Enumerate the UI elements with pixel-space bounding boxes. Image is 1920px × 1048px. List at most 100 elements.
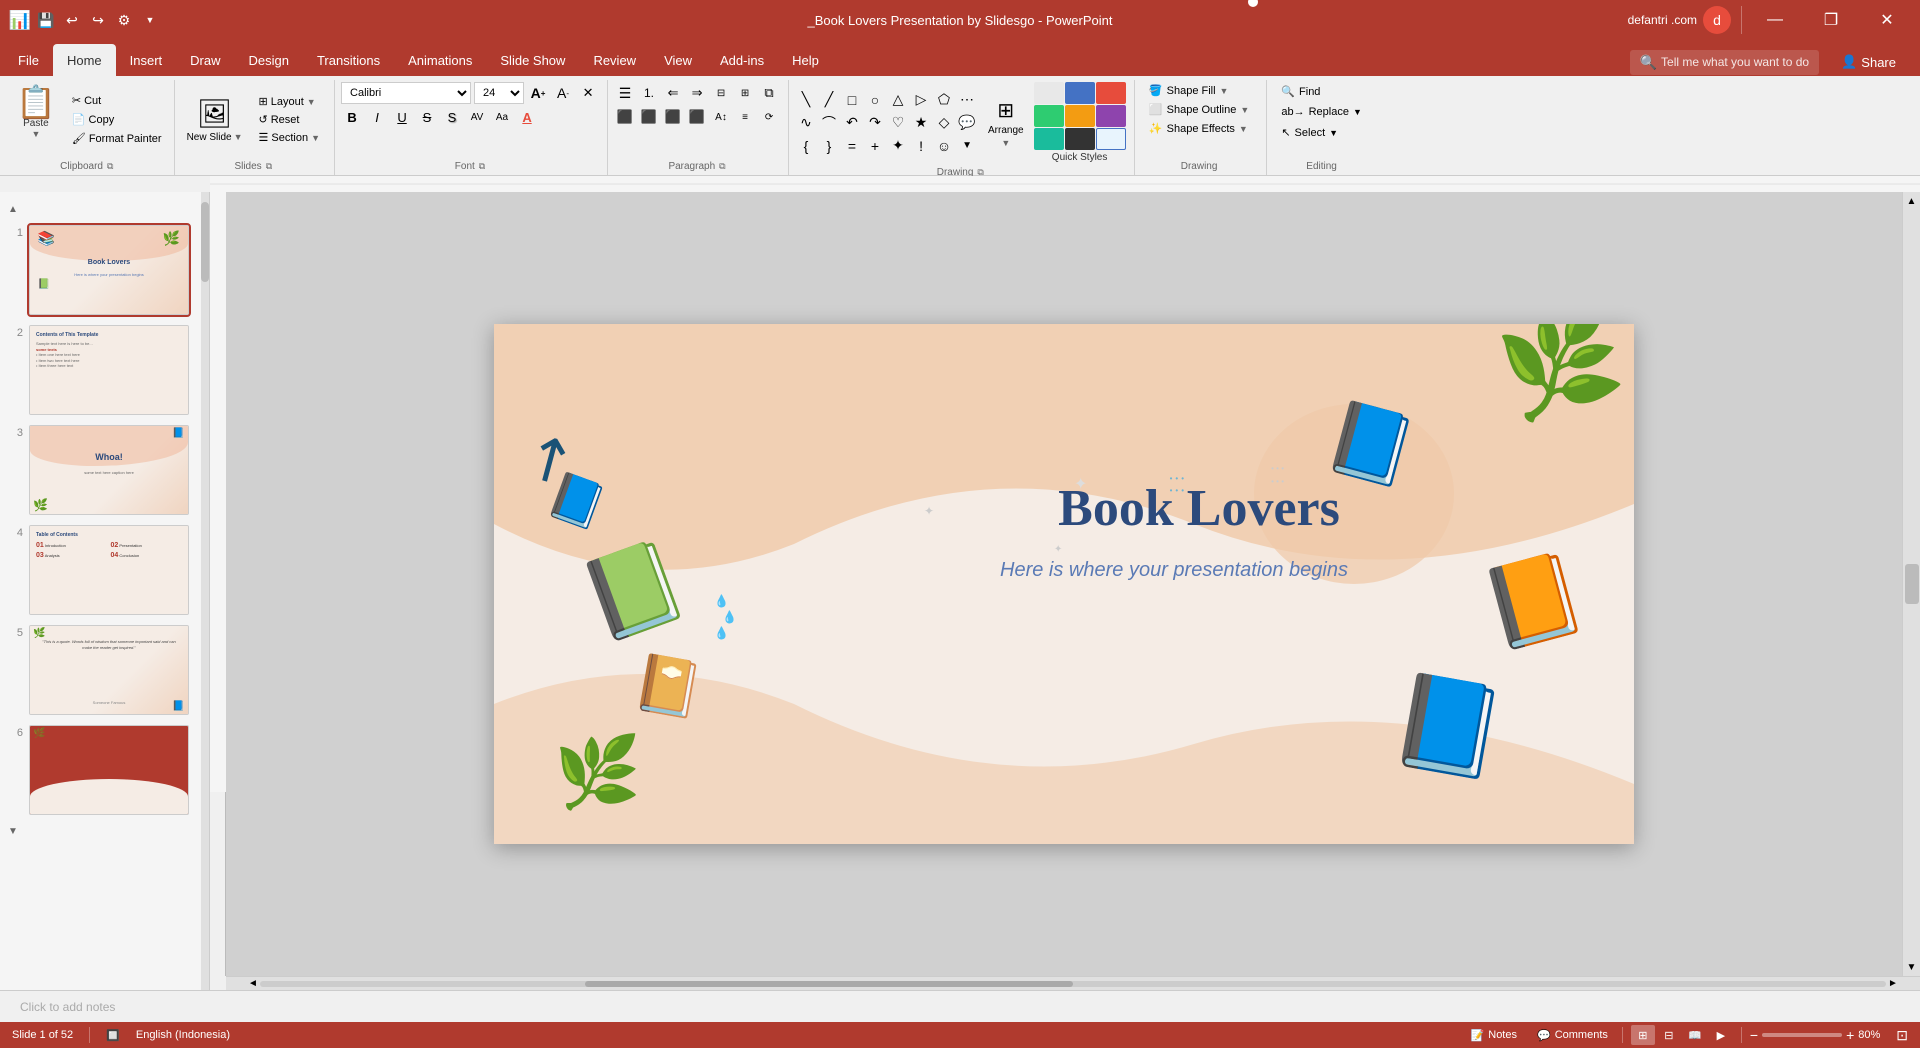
underline-button[interactable]: U: [391, 106, 413, 128]
shape-fill-dropdown[interactable]: ▼: [1220, 86, 1229, 96]
clipboard-expand-icon[interactable]: ⧉: [107, 161, 113, 172]
panel-scroll-up[interactable]: ▲: [4, 200, 22, 218]
paragraph-expand-icon[interactable]: ⧉: [719, 161, 725, 172]
shape-pentagon[interactable]: ⬠: [933, 89, 955, 111]
zoom-out-button[interactable]: −: [1750, 1027, 1758, 1043]
text-direction-button[interactable]: A↕: [710, 106, 732, 128]
shape-bang[interactable]: !: [910, 135, 932, 157]
slide-thumb-5[interactable]: 5 🌿 "This is a quote. Words full of wisd…: [4, 622, 205, 718]
shape-plus[interactable]: +: [864, 135, 886, 157]
tab-view[interactable]: View: [650, 44, 706, 76]
format-painter-button[interactable]: 🖌 Format Painter: [68, 130, 166, 147]
bold-button[interactable]: B: [341, 106, 363, 128]
font-family-select[interactable]: Calibri: [341, 82, 471, 104]
horizontal-scrollbar[interactable]: ◄ ►: [226, 976, 1920, 990]
customize-qat-button[interactable]: ⚙: [114, 10, 134, 30]
font-color-button[interactable]: A: [516, 106, 538, 128]
slide-canvas-area[interactable]: 📗 📘 ↗ 📔 📘 🌿 📙: [226, 192, 1902, 976]
user-profile[interactable]: defantri .com d: [1628, 6, 1731, 34]
shape-dropdown-arrow[interactable]: ▼: [956, 135, 978, 157]
reset-button[interactable]: ↺ Reset: [253, 111, 327, 128]
language-indicator[interactable]: English (Indonesia): [136, 1029, 230, 1041]
notes-bar[interactable]: Click to add notes: [0, 990, 1920, 1022]
minimize-button[interactable]: —: [1752, 0, 1798, 40]
shape-arrow-right[interactable]: ▷: [910, 89, 932, 111]
cut-button[interactable]: ✂ Cut: [68, 92, 166, 109]
share-button[interactable]: 👤 Share: [1827, 48, 1910, 76]
shape-rect[interactable]: □: [841, 89, 863, 111]
arrange-button[interactable]: ⊞ Arrange ▼: [982, 94, 1030, 152]
shape-triangle[interactable]: △: [887, 89, 909, 111]
select-button[interactable]: ↖ Select ▼: [1275, 123, 1368, 142]
shape-burst[interactable]: ✦: [887, 135, 909, 157]
qat-dropdown[interactable]: ▼: [140, 10, 160, 30]
slide-title[interactable]: Book Lovers: [844, 479, 1554, 538]
scroll-right-button[interactable]: ►: [1886, 978, 1900, 989]
select-dropdown[interactable]: ▼: [1329, 128, 1338, 138]
normal-view-button[interactable]: ⊞: [1631, 1025, 1655, 1045]
scroll-left-button[interactable]: ◄: [246, 978, 260, 989]
justify-button[interactable]: ⬛: [686, 106, 708, 128]
convert-smartart-button[interactable]: ⟳: [758, 106, 780, 128]
shape-arc[interactable]: ⌒: [818, 112, 840, 134]
shape-heart[interactable]: ♡: [887, 112, 909, 134]
qs-item-7[interactable]: [1034, 128, 1064, 150]
slide-thumb-6[interactable]: 6 🌿: [4, 722, 205, 818]
redo-button[interactable]: ↪: [88, 10, 108, 30]
shape-star[interactable]: ★: [910, 112, 932, 134]
find-button[interactable]: 🔍 Find: [1275, 82, 1368, 101]
shape-outline-dropdown[interactable]: ▼: [1240, 105, 1249, 115]
shape-equation[interactable]: =: [841, 135, 863, 157]
paste-dropdown[interactable]: ▼: [31, 129, 40, 139]
scroll-down-button[interactable]: ▼: [1903, 958, 1920, 976]
numbering-button[interactable]: 1.: [638, 82, 660, 104]
shape-outline-button[interactable]: ⬜ Shape Outline ▼: [1143, 101, 1255, 118]
shape-smiley[interactable]: ☺: [933, 135, 955, 157]
para-expand-icon-btn[interactable]: ⧉: [758, 82, 780, 104]
shape-arrow-curved2[interactable]: ↷: [864, 112, 886, 134]
decrease-indent-button[interactable]: ⇐: [662, 82, 684, 104]
qs-item-6[interactable]: [1096, 105, 1126, 127]
align-right-button[interactable]: ⬛: [662, 106, 684, 128]
section-button[interactable]: ☰ Section ▼: [253, 129, 327, 146]
copy-button[interactable]: 📄 Copy: [68, 111, 166, 128]
user-avatar[interactable]: d: [1703, 6, 1731, 34]
qs-item-3[interactable]: [1096, 82, 1126, 104]
layout-button[interactable]: ⊞ Layout ▼: [253, 93, 327, 110]
fit-window-button[interactable]: ⊡: [1896, 1027, 1908, 1044]
restore-button[interactable]: ❐: [1808, 0, 1854, 40]
qs-item-2[interactable]: [1065, 82, 1095, 104]
close-button[interactable]: ✕: [1864, 0, 1910, 40]
columns-button[interactable]: ⊟: [710, 82, 732, 104]
reading-view-button[interactable]: 📖: [1683, 1025, 1707, 1045]
increase-font-size-button[interactable]: A+: [527, 82, 549, 104]
tab-slideshow[interactable]: Slide Show: [486, 44, 579, 76]
shape-diamond[interactable]: ◇: [933, 112, 955, 134]
panel-scrollbar-thumb[interactable]: [201, 202, 209, 282]
tab-review[interactable]: Review: [579, 44, 650, 76]
scroll-up-button[interactable]: ▲: [1903, 192, 1920, 210]
slide-thumb-4[interactable]: 4 Table of Contents 01 Introduction 02 P…: [4, 522, 205, 618]
paste-button[interactable]: 📋 Paste ▼: [8, 82, 64, 157]
replace-button[interactable]: ab→ Replace ▼: [1275, 103, 1368, 121]
save-button[interactable]: 💾: [36, 10, 56, 30]
tab-help[interactable]: Help: [778, 44, 833, 76]
tab-insert[interactable]: Insert: [116, 44, 177, 76]
comments-status-button[interactable]: 💬 Comments: [1531, 1027, 1614, 1044]
slide-thumb-1[interactable]: 1 Book Lovers Here is where your present…: [4, 222, 205, 318]
scroll-thumb[interactable]: [1905, 564, 1919, 604]
shape-bracket[interactable]: {: [795, 135, 817, 157]
tab-transitions[interactable]: Transitions: [303, 44, 394, 76]
shadow-button[interactable]: S: [441, 106, 463, 128]
tab-home[interactable]: Home: [53, 44, 116, 76]
bullets-button[interactable]: ☰: [614, 82, 636, 104]
shape-callout[interactable]: 💬: [956, 112, 978, 134]
slide-thumb-2[interactable]: 2 Contents of This Template Sample text …: [4, 322, 205, 418]
clear-format-button[interactable]: ✕: [577, 82, 599, 104]
align-left-button[interactable]: ⬛: [614, 106, 636, 128]
tab-draw[interactable]: Draw: [176, 44, 234, 76]
slide-thumb-3[interactable]: 3 Whoa! some text here caption here 🌿 📘: [4, 422, 205, 518]
font-size-select[interactable]: 24: [474, 82, 524, 104]
tab-addins[interactable]: Add-ins: [706, 44, 778, 76]
zoom-slider[interactable]: [1762, 1033, 1842, 1037]
